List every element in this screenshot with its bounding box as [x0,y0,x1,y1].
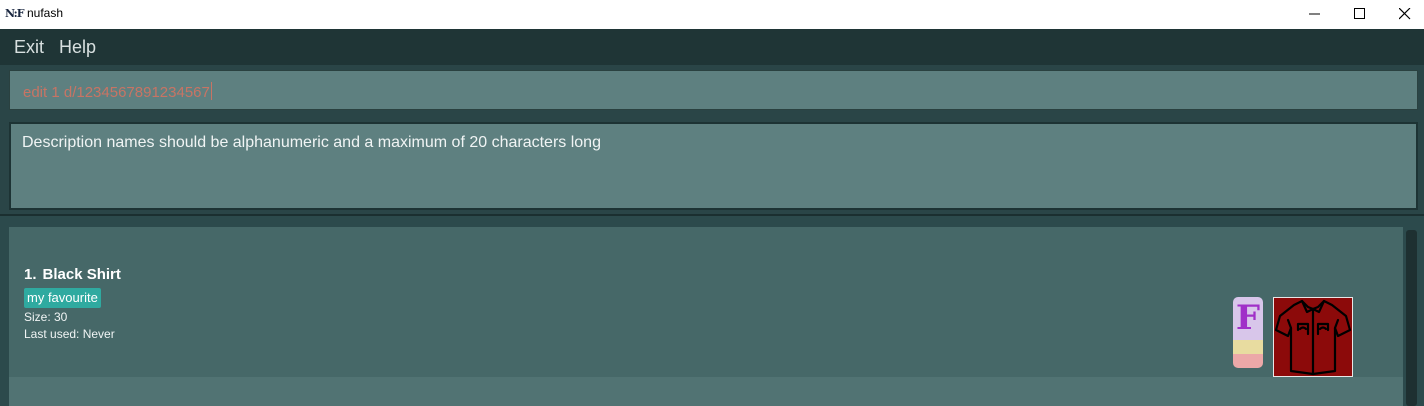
badge-letter: F [1235,298,1261,338]
list-item[interactable]: 1. Black Shirt my favourite Size: 30 Last… [9,227,1403,377]
item-size: Size: 30 [24,310,68,324]
item-index: 1. [24,266,37,283]
maximize-icon [1354,8,1365,19]
menu-exit[interactable]: Exit [14,37,44,58]
item-tag: my favourite [24,288,101,308]
result-display[interactable]: Description names should be alphanumeric… [9,122,1418,210]
list-scrollbar[interactable] [1406,230,1417,406]
window-title: nufash [27,6,64,20]
badge-middle [1233,340,1263,354]
list-item-next[interactable] [9,377,1403,406]
result-area: Description names should be alphanumeric… [0,115,1424,216]
item-title: 1. Black Shirt [24,266,121,283]
command-text: edit 1 d/1234567891234567 [23,82,212,101]
command-value: edit 1 d/1234567891234567 [23,84,210,101]
maximize-button[interactable] [1337,0,1383,29]
shirt-icon [1273,297,1353,377]
result-message: Description names should be alphanumeric… [22,134,601,151]
close-button[interactable] [1382,0,1424,29]
item-last-used: Last used: Never [24,327,115,341]
minimize-icon [1309,13,1320,15]
item-name: Black Shirt [42,266,121,283]
menu-help[interactable]: Help [59,37,96,58]
minimize-button[interactable] [1292,0,1338,29]
item-list-panel: 1. Black Shirt my favourite Size: 30 Last… [0,218,1424,406]
app-logo: N:F [5,7,25,20]
menu-bar: Exit Help [0,29,1424,65]
text-caret [210,82,212,100]
badge-bottom [1233,354,1263,368]
clothing-type-badge: F [1233,297,1263,368]
title-bar: N:F nufash [0,0,1424,29]
command-area: edit 1 d/1234567891234567 [0,65,1424,115]
command-input[interactable]: edit 1 d/1234567891234567 [9,70,1418,110]
close-icon [1399,8,1411,20]
